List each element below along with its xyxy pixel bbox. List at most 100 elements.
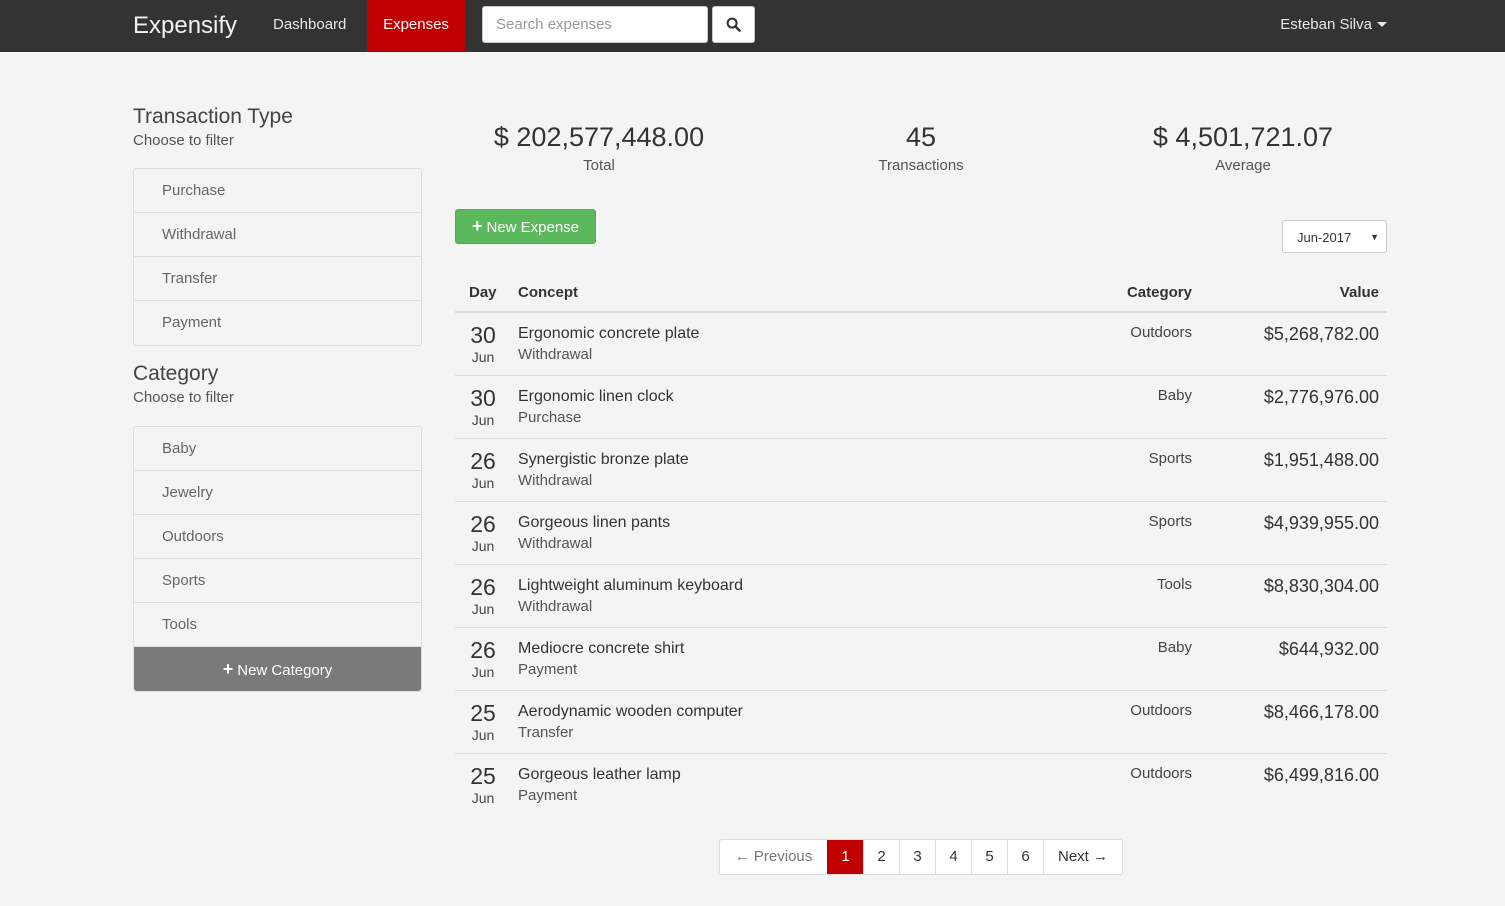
row-type: Payment xyxy=(518,787,578,804)
filter-type-purchase[interactable]: Purchase xyxy=(134,169,421,213)
row-month: Jun xyxy=(471,349,495,365)
table-row[interactable]: 26 Jun Gorgeous linen pants Withdrawal S… xyxy=(455,502,1387,565)
table-body: 30 Jun Ergonomic concrete plate Withdraw… xyxy=(455,313,1387,817)
stat-transactions-value: 45 xyxy=(905,122,937,152)
row-month: Jun xyxy=(471,475,495,491)
row-month: Jun xyxy=(471,601,495,617)
transaction-type-list: Purchase Withdrawal Transfer Payment xyxy=(133,168,422,346)
row-concept: Synergistic bronze plate xyxy=(518,451,689,468)
filter-category-outdoors[interactable]: Outdoors xyxy=(134,515,421,559)
month-select[interactable]: Jun-2017 ▼ xyxy=(1282,220,1387,253)
row-day: 30 xyxy=(470,322,496,348)
table-row[interactable]: 26 Jun Synergistic bronze plate Withdraw… xyxy=(455,439,1387,502)
row-day: 30 xyxy=(470,385,496,411)
transaction-type-subtitle: Choose to filter xyxy=(133,132,234,149)
row-month: Jun xyxy=(471,664,495,680)
pagination-page-5[interactable]: 5 xyxy=(971,840,1007,874)
row-concept: Lightweight aluminum keyboard xyxy=(518,577,744,594)
row-concept: Gorgeous linen pants xyxy=(518,514,671,531)
expenses-table: Day Concept Category Value 30 Jun Ergono… xyxy=(455,274,1387,817)
pagination-previous[interactable]: ← Previous xyxy=(720,840,827,874)
pagination-page-1[interactable]: 1 xyxy=(827,840,863,874)
header-concept[interactable]: Concept xyxy=(518,284,578,301)
row-month: Jun xyxy=(471,790,495,806)
row-type: Withdrawal xyxy=(518,535,593,552)
pagination-page-2[interactable]: 2 xyxy=(863,840,899,874)
filter-type-payment[interactable]: Payment xyxy=(134,301,421,345)
row-type: Withdrawal xyxy=(518,472,593,489)
row-category: Sports xyxy=(1148,450,1192,467)
row-value: $8,466,178.00 xyxy=(1263,702,1379,722)
row-value: $4,939,955.00 xyxy=(1263,513,1379,533)
row-value: $2,776,976.00 xyxy=(1263,387,1379,407)
row-concept: Ergonomic concrete plate xyxy=(518,325,700,342)
table-row[interactable]: 30 Jun Ergonomic concrete plate Withdraw… xyxy=(455,313,1387,376)
stat-average: $ 4,501,721.07 Average xyxy=(1093,118,1393,176)
stat-total-value: $ 202,577,448.00 xyxy=(493,122,705,152)
stat-total: $ 202,577,448.00 Total xyxy=(449,118,749,176)
row-day: 26 xyxy=(470,448,496,474)
user-menu[interactable]: Esteban Silva xyxy=(1280,0,1387,52)
table-row[interactable]: 30 Jun Ergonomic linen clock Purchase Ba… xyxy=(455,376,1387,439)
row-category: Sports xyxy=(1148,513,1192,530)
row-month: Jun xyxy=(471,727,495,743)
table-row[interactable]: 25 Jun Gorgeous leather lamp Payment Out… xyxy=(455,754,1387,817)
row-category: Tools xyxy=(1156,576,1192,593)
filter-category-jewelry[interactable]: Jewelry xyxy=(134,471,421,515)
brand-logo[interactable]: Expensify xyxy=(133,0,237,52)
new-category-label: New Category xyxy=(237,662,333,679)
pagination-page-3[interactable]: 3 xyxy=(899,840,935,874)
row-type: Payment xyxy=(518,661,578,678)
filter-category-tools[interactable]: Tools xyxy=(134,603,421,647)
header-category[interactable]: Category xyxy=(1127,284,1192,301)
pagination-next[interactable]: Next → xyxy=(1043,840,1122,874)
transaction-type-title: Transaction Type xyxy=(133,105,293,128)
user-name: Esteban Silva xyxy=(1280,16,1372,33)
stat-average-value: $ 4,501,721.07 xyxy=(1152,122,1334,152)
stat-total-label: Total xyxy=(583,157,615,174)
pagination-page-4[interactable]: 4 xyxy=(935,840,971,874)
plus-icon: + xyxy=(222,659,234,679)
row-value: $8,830,304.00 xyxy=(1263,576,1379,596)
filter-category-sports[interactable]: Sports xyxy=(134,559,421,603)
row-category: Baby xyxy=(1157,639,1192,656)
row-value: $5,268,782.00 xyxy=(1263,324,1379,344)
search-input[interactable] xyxy=(482,6,708,43)
filter-type-withdrawal[interactable]: Withdrawal xyxy=(134,213,421,257)
row-concept: Aerodynamic wooden computer xyxy=(518,703,744,720)
table-header: Day Concept Category Value xyxy=(455,274,1387,313)
filter-type-transfer[interactable]: Transfer xyxy=(134,257,421,301)
category-list: Baby Jewelry Outdoors Sports Tools + New … xyxy=(133,426,422,692)
row-month: Jun xyxy=(471,412,495,428)
category-subtitle: Choose to filter xyxy=(133,389,234,406)
row-category: Outdoors xyxy=(1130,702,1192,719)
category-title: Category xyxy=(133,362,219,385)
new-category-button[interactable]: + New Category xyxy=(134,647,421,691)
table-row[interactable]: 25 Jun Aerodynamic wooden computer Trans… xyxy=(455,691,1387,754)
row-concept: Ergonomic linen clock xyxy=(518,388,674,405)
row-value: $6,499,816.00 xyxy=(1263,765,1379,785)
nav-dashboard[interactable]: Dashboard xyxy=(257,0,362,52)
table-row[interactable]: 26 Jun Mediocre concrete shirt Payment B… xyxy=(455,628,1387,691)
row-category: Outdoors xyxy=(1130,765,1192,782)
search-button[interactable] xyxy=(712,6,755,43)
new-expense-button[interactable]: + New Expense xyxy=(455,209,596,244)
navbar: Expensify Dashboard Expenses Esteban Sil… xyxy=(0,0,1505,52)
nav-expenses[interactable]: Expenses xyxy=(367,0,465,52)
row-type: Withdrawal xyxy=(518,598,593,615)
header-value[interactable]: Value xyxy=(1340,284,1379,301)
row-value: $644,932.00 xyxy=(1278,639,1379,659)
pagination-page-6[interactable]: 6 xyxy=(1007,840,1043,874)
header-day[interactable]: Day xyxy=(469,284,497,301)
pagination: ← Previous 1 2 3 4 5 6 Next → xyxy=(719,839,1123,875)
stat-transactions: 45 Transactions xyxy=(771,118,1071,176)
row-day: 25 xyxy=(470,700,496,726)
filter-category-baby[interactable]: Baby xyxy=(134,427,421,471)
row-type: Transfer xyxy=(518,724,574,741)
row-type: Purchase xyxy=(518,409,582,426)
stat-transactions-label: Transactions xyxy=(878,157,964,174)
row-category: Baby xyxy=(1157,387,1192,404)
table-row[interactable]: 26 Jun Lightweight aluminum keyboard Wit… xyxy=(455,565,1387,628)
search-icon xyxy=(726,17,741,32)
month-select-value: Jun-2017 xyxy=(1297,230,1352,245)
